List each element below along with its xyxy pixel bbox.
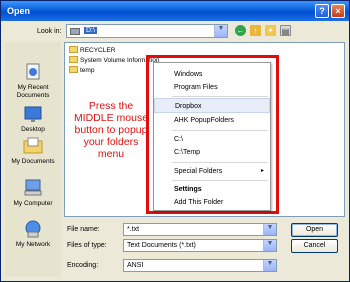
place-desktop[interactable]: Desktop (5, 104, 61, 134)
menu-item-ahk-popupfolders[interactable]: AHK PopupFolders (154, 113, 270, 128)
chevron-down-icon[interactable]: ▼ (263, 224, 276, 235)
chevron-down-icon[interactable]: ▼ (263, 260, 276, 271)
place-label: My Computer (13, 200, 53, 207)
place-recent-documents[interactable]: My Recent Documents (5, 62, 61, 100)
menu-item-c-temp[interactable]: C:\Temp (154, 145, 270, 160)
new-folder-icon[interactable]: ✦ (265, 25, 276, 36)
look-in-value: D:\ (84, 27, 97, 34)
chevron-down-icon[interactable]: ▼ (214, 25, 227, 37)
folder-icon (69, 56, 78, 63)
folder-icon (69, 46, 78, 53)
open-button[interactable]: Open (291, 223, 338, 237)
place-label: My Recent Documents (16, 84, 50, 99)
annotation-text: Press the MIDDLE mouse button to popup y… (73, 100, 149, 160)
place-my-computer[interactable]: My Computer (5, 178, 61, 208)
encoding-select[interactable]: ANSI ▼ (123, 259, 277, 272)
submenu-arrow-icon: ▸ (260, 168, 264, 174)
place-my-network[interactable]: My Network (5, 219, 61, 249)
look-in-label: Look in: (37, 28, 62, 35)
desktop-icon (24, 106, 42, 122)
place-label: My Network (15, 241, 51, 248)
files-of-type-label: Files of type: (67, 242, 107, 249)
chevron-down-icon[interactable]: ▼ (263, 240, 276, 251)
window-title: Open (7, 6, 31, 16)
views-menu-icon[interactable]: ▤ (280, 25, 291, 36)
folder-icon (69, 66, 78, 73)
place-label: My Documents (11, 158, 55, 165)
menu-item-special-folders[interactable]: Special Folders ▸ (154, 164, 270, 179)
my-computer-icon (24, 179, 42, 196)
menu-separator (172, 162, 268, 163)
close-button[interactable]: × (331, 4, 345, 18)
list-item[interactable]: RECYCLER (69, 46, 115, 55)
place-label: Desktop (21, 126, 45, 133)
menu-separator (172, 96, 268, 97)
look-in-combobox[interactable]: D:\ ▼ (66, 24, 228, 38)
menu-separator (172, 130, 268, 131)
file-name-label: File name: (67, 226, 100, 233)
recent-documents-icon (26, 63, 40, 80)
my-network-icon (25, 220, 41, 238)
places-bar: My Recent Documents Desktop My Documents… (5, 42, 61, 277)
back-icon[interactable]: ← (235, 25, 246, 36)
list-item[interactable]: temp (69, 66, 94, 75)
help-button[interactable]: ? (315, 4, 329, 18)
drive-icon (70, 28, 80, 35)
my-documents-icon (23, 137, 43, 154)
open-dialog: Open ? × Look in: D:\ ▼ ← ↑ ✦ ▤ My Recen… (0, 0, 350, 282)
file-name-field[interactable]: *.txt ▼ (123, 223, 277, 236)
encoding-label: Encoding: (67, 262, 99, 269)
title-bar[interactable]: Open ? × (1, 1, 349, 21)
menu-item-add-this-folder[interactable]: Add This Folder (154, 195, 270, 210)
menu-item-dropbox[interactable]: Dropbox (154, 98, 270, 113)
files-of-type-select[interactable]: Text Documents (*.txt) ▼ (123, 239, 277, 252)
place-my-documents[interactable]: My Documents (5, 136, 61, 166)
cancel-button[interactable]: Cancel (291, 239, 338, 253)
menu-separator (172, 180, 268, 181)
menu-item-program-files[interactable]: Program Files (154, 80, 270, 95)
up-folder-icon[interactable]: ↑ (250, 25, 261, 36)
popup-folders-menu: Windows Program Files Dropbox AHK PopupF… (153, 62, 271, 211)
